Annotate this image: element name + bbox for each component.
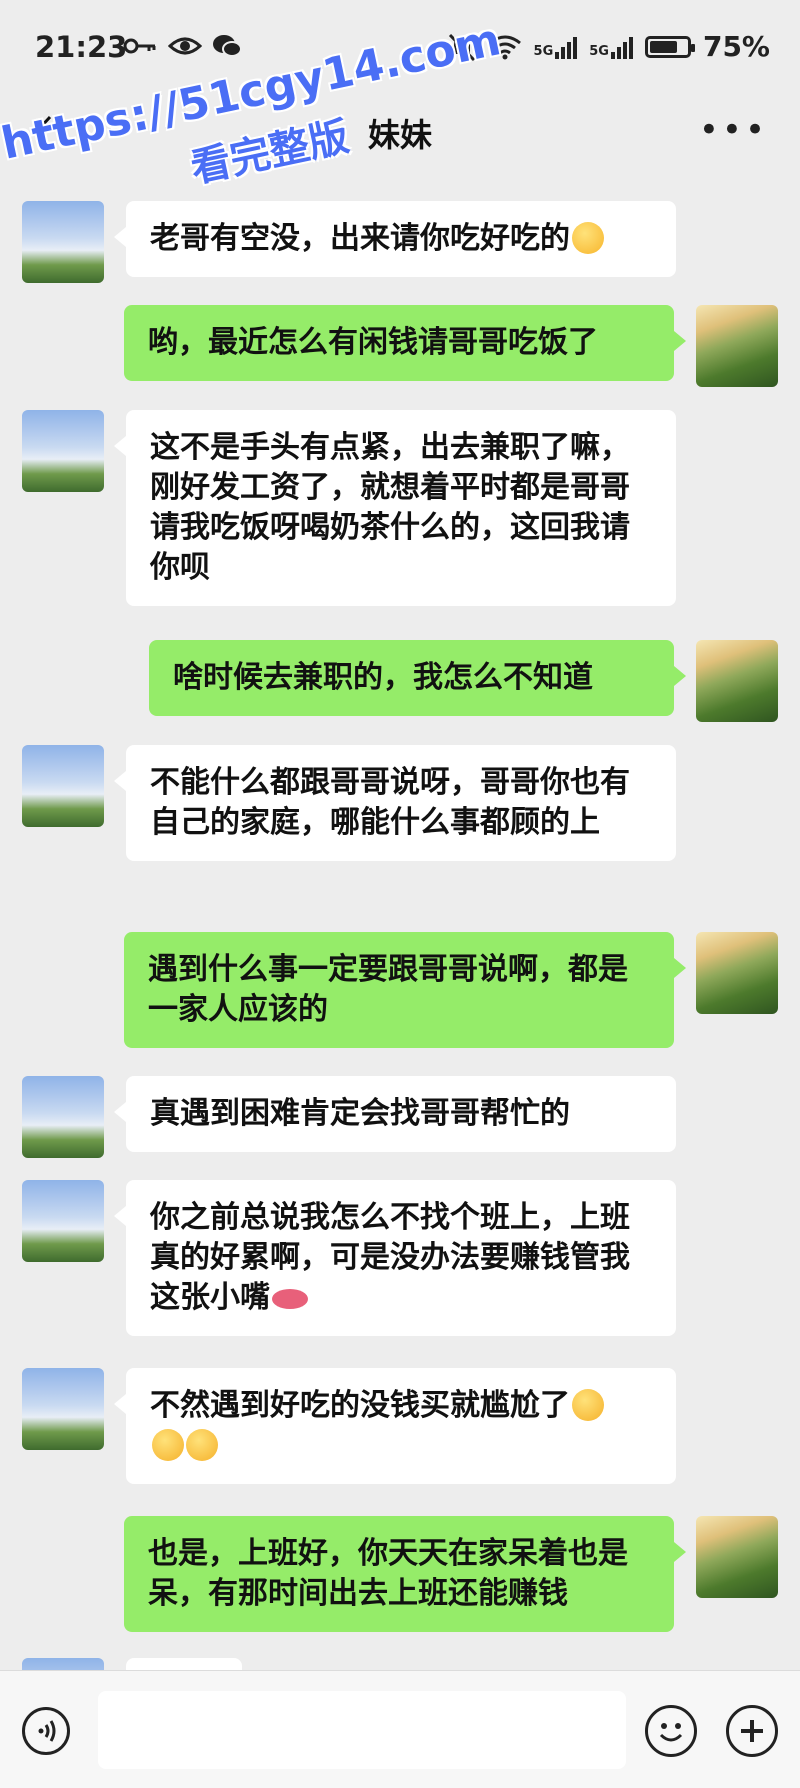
rofl-emoji-icon — [186, 1429, 218, 1461]
wechat-icon — [213, 35, 242, 57]
chat-title: 妹妹 — [367, 116, 432, 154]
message-text: 遇到什么事一定要跟哥哥说啊，都是一家人应该的 — [148, 952, 628, 1027]
message-input[interactable] — [98, 1691, 626, 1769]
eye-icon — [168, 37, 202, 55]
self-avatar[interactable] — [696, 1516, 778, 1598]
message-bubble[interactable]: 这不是手头有点紧，出去兼职了嘛，刚好发工资了，就想着平时都是哥哥请我吃饭呀喝奶茶… — [114, 410, 676, 606]
battery-fill — [649, 40, 677, 53]
wifi-icon — [488, 35, 521, 59]
more-options-icon[interactable]: ••• — [699, 113, 768, 147]
voice-button[interactable] — [22, 1707, 70, 1755]
network-label-1: 5G — [533, 43, 554, 59]
message-bubble[interactable]: 不然遇到好吃的没钱买就尴尬了 — [114, 1368, 676, 1484]
status-bar: 21:23 5G 5G 75% — [0, 0, 800, 100]
contact-avatar[interactable] — [22, 745, 104, 827]
message-text: 不能什么都跟哥哥说呀，哥哥你也有自己的家庭，哪能什么事都顾的上 — [150, 765, 630, 840]
contact-avatar[interactable] — [22, 1368, 104, 1450]
contact-avatar[interactable] — [22, 1180, 104, 1262]
lips-emoji-icon — [272, 1289, 308, 1309]
message-bubble[interactable]: 你之前总说我怎么不找个班上，上班真的好累啊，可是没办法要赚钱管我这张小嘴 — [114, 1180, 676, 1336]
message-text: 真遇到困难肯定会找哥哥帮忙的 — [150, 1096, 570, 1131]
key-icon — [123, 38, 156, 54]
self-avatar[interactable] — [696, 932, 778, 1014]
message-text: 老哥有空没，出来请你吃好吃的 — [150, 221, 570, 256]
contact-avatar[interactable] — [22, 201, 104, 283]
rofl-emoji-icon — [572, 1389, 604, 1421]
message-text: 你之前总说我怎么不找个班上，上班真的好累啊，可是没办法要赚钱管我这张小嘴 — [150, 1200, 630, 1315]
status-time: 21:23 — [35, 30, 128, 64]
yum-emoji-icon — [572, 222, 604, 254]
voice-icon — [38, 1720, 56, 1742]
self-avatar[interactable] — [696, 640, 778, 722]
battery-percent: 75% — [702, 30, 770, 63]
message-text: 不然遇到好吃的没钱买就尴尬了 — [150, 1388, 570, 1423]
message-bubble[interactable]: 啥时候去兼职的，我怎么不知道 — [149, 640, 686, 716]
message-bubble[interactable]: 遇到什么事一定要跟哥哥说啊，都是一家人应该的 — [124, 932, 686, 1048]
emoji-button[interactable] — [645, 1705, 697, 1757]
contact-avatar[interactable] — [22, 1658, 104, 1670]
message-bubble[interactable]: 也是，上班好，你天天在家呆着也是呆，有那时间出去上班还能赚钱 — [124, 1516, 686, 1632]
message-list[interactable]: 老哥有空没，出来请你吃好吃的 哟，最近怎么有闲钱请哥哥吃饭了 这不是手头有点紧，… — [0, 170, 800, 1670]
cell-signal-2: 5G — [589, 35, 633, 59]
self-avatar[interactable] — [696, 305, 778, 387]
cell-signal-1: 5G — [534, 35, 578, 59]
message-bubble[interactable] — [126, 1658, 242, 1670]
message-bubble[interactable]: 不能什么都跟哥哥说呀，哥哥你也有自己的家庭，哪能什么事都顾的上 — [114, 745, 676, 861]
message-text: 也是，上班好，你天天在家呆着也是呆，有那时间出去上班还能赚钱 — [148, 1536, 628, 1611]
network-label-2: 5G — [589, 43, 609, 59]
status-right: 5G 5G 75% — [448, 30, 770, 63]
contact-avatar[interactable] — [22, 410, 104, 492]
rofl-emoji-icon — [152, 1429, 184, 1461]
message-bubble[interactable]: 哟，最近怎么有闲钱请哥哥吃饭了 — [124, 305, 686, 381]
message-text: 啥时候去兼职的，我怎么不知道 — [173, 660, 593, 695]
smile-icon — [659, 1723, 683, 1742]
message-text: 这不是手头有点紧，出去兼职了嘛，刚好发工资了，就想着平时都是哥哥请我吃饭呀喝奶茶… — [150, 430, 630, 585]
chat-header: 妹妹 ••• — [0, 100, 800, 166]
input-bar — [0, 1670, 800, 1788]
message-text: 哟，最近怎么有闲钱请哥哥吃饭了 — [148, 325, 598, 360]
message-bubble[interactable]: 老哥有空没，出来请你吃好吃的 — [114, 201, 676, 277]
battery-icon — [644, 35, 695, 58]
message-bubble[interactable]: 真遇到困难肯定会找哥哥帮忙的 — [114, 1076, 676, 1152]
contact-avatar[interactable] — [22, 1076, 104, 1158]
mute-icon — [448, 33, 475, 61]
plus-button[interactable] — [726, 1705, 778, 1757]
status-left-icons — [122, 34, 242, 58]
